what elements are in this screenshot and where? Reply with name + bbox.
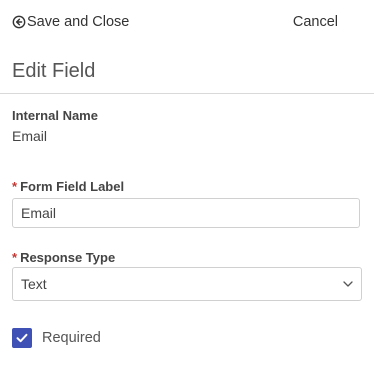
cancel-button[interactable]: Cancel bbox=[293, 12, 338, 32]
internal-name-label: Internal Name bbox=[12, 108, 98, 123]
arrow-circle-left-icon bbox=[12, 15, 26, 29]
form-field-label-input[interactable] bbox=[13, 199, 359, 227]
internal-name-value: Email bbox=[12, 128, 48, 144]
toolbar: Save and Close Cancel bbox=[0, 0, 374, 44]
required-checkbox[interactable] bbox=[12, 328, 32, 348]
save-and-close-label: Save and Close bbox=[27, 14, 130, 30]
response-type-select[interactable]: Text bbox=[12, 267, 362, 301]
required-checkbox-label: Required bbox=[42, 330, 101, 346]
required-marker: * bbox=[12, 179, 18, 194]
header-divider bbox=[0, 93, 374, 94]
required-checkbox-row[interactable]: Required bbox=[12, 328, 101, 348]
form-field-label-text: Form Field Label bbox=[20, 179, 125, 194]
checkmark-icon bbox=[16, 333, 28, 343]
chevron-down-icon bbox=[343, 281, 353, 287]
form-field-label-field bbox=[12, 198, 360, 228]
response-type-text: Response Type bbox=[20, 250, 116, 265]
form-field-label-label: * Form Field Label bbox=[12, 179, 124, 195]
response-type-selected-value: Text bbox=[21, 276, 47, 292]
response-type-label: * Response Type bbox=[12, 250, 115, 266]
save-and-close-button[interactable]: Save and Close bbox=[12, 12, 129, 32]
page-title: Edit Field bbox=[12, 60, 96, 82]
required-marker: * bbox=[12, 250, 18, 265]
